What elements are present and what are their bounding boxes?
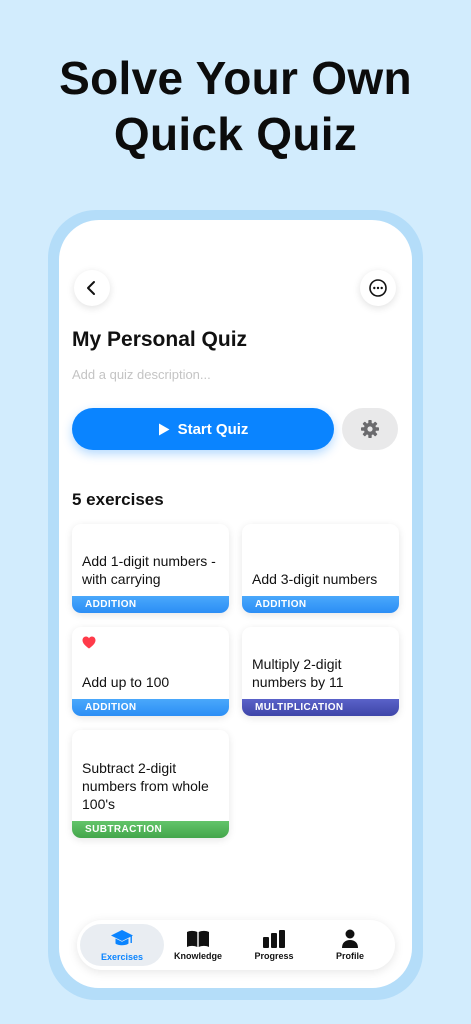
heart-icon	[82, 636, 96, 649]
category-badge: SUBTRACTION	[72, 821, 229, 838]
gear-icon	[361, 420, 379, 438]
category-badge: ADDITION	[72, 596, 229, 613]
book-icon	[187, 930, 209, 947]
more-options-button[interactable]	[360, 270, 396, 306]
headline-line-2: Quick Quiz	[113, 108, 358, 160]
tab-progress[interactable]: Progress	[232, 924, 316, 966]
person-icon	[342, 929, 358, 948]
quiz-description-field[interactable]: Add a quiz description...	[72, 367, 211, 382]
exercise-title: Subtract 2-digit numbers from whole 100'…	[82, 760, 209, 812]
exercise-title: Add up to 100	[82, 674, 170, 690]
tab-label: Knowledge	[173, 950, 222, 961]
exercise-title: Add 3-digit numbers	[252, 571, 378, 587]
start-quiz-label: Start Quiz	[177, 420, 249, 438]
category-badge: ADDITION	[242, 596, 399, 613]
tab-knowledge[interactable]: Knowledge	[156, 924, 240, 966]
exercise-card[interactable]: Add 3-digit numbers ADDITION	[242, 524, 399, 613]
play-icon	[158, 423, 170, 435]
exercise-title: Add 1-digit numbers - with carrying	[82, 553, 216, 587]
category-badge: ADDITION	[72, 699, 229, 716]
tab-label: Exercises	[100, 951, 144, 962]
bar-chart-icon	[263, 929, 285, 948]
ellipsis-circle-icon	[369, 279, 387, 297]
category-badge: MULTIPLICATION	[242, 699, 399, 716]
quiz-settings-button[interactable]	[342, 408, 398, 450]
exercise-card[interactable]: Subtract 2-digit numbers from whole 100'…	[72, 730, 229, 838]
headline-line-1: Solve Your Own	[59, 52, 412, 104]
graduation-cap-icon	[111, 929, 133, 945]
quiz-title[interactable]: My Personal Quiz	[72, 328, 247, 352]
headline: Solve Your Own Quick Quiz	[0, 50, 471, 162]
phone-screen: My Personal Quiz Add a quiz description.…	[59, 220, 412, 988]
chevron-left-icon	[87, 281, 95, 295]
exercise-card[interactable]: Multiply 2-digit numbers by 11 MULTIPLIC…	[242, 627, 399, 716]
exercise-count: 5 exercises	[72, 490, 164, 509]
back-button[interactable]	[74, 270, 110, 306]
exercise-card[interactable]: Add 1-digit numbers - with carrying ADDI…	[72, 524, 229, 613]
tab-label: Profile	[335, 951, 364, 961]
start-quiz-button[interactable]: Start Quiz	[72, 408, 334, 450]
tab-bar: Exercises Knowledge Progress Profile	[77, 920, 395, 970]
exercise-title: Multiply 2-digit numbers by 11	[252, 656, 344, 690]
tab-profile[interactable]: Profile	[308, 924, 392, 966]
exercise-card[interactable]: Add up to 100 ADDITION	[72, 627, 229, 716]
tab-exercises[interactable]: Exercises	[80, 924, 164, 966]
tab-label: Progress	[254, 950, 294, 961]
